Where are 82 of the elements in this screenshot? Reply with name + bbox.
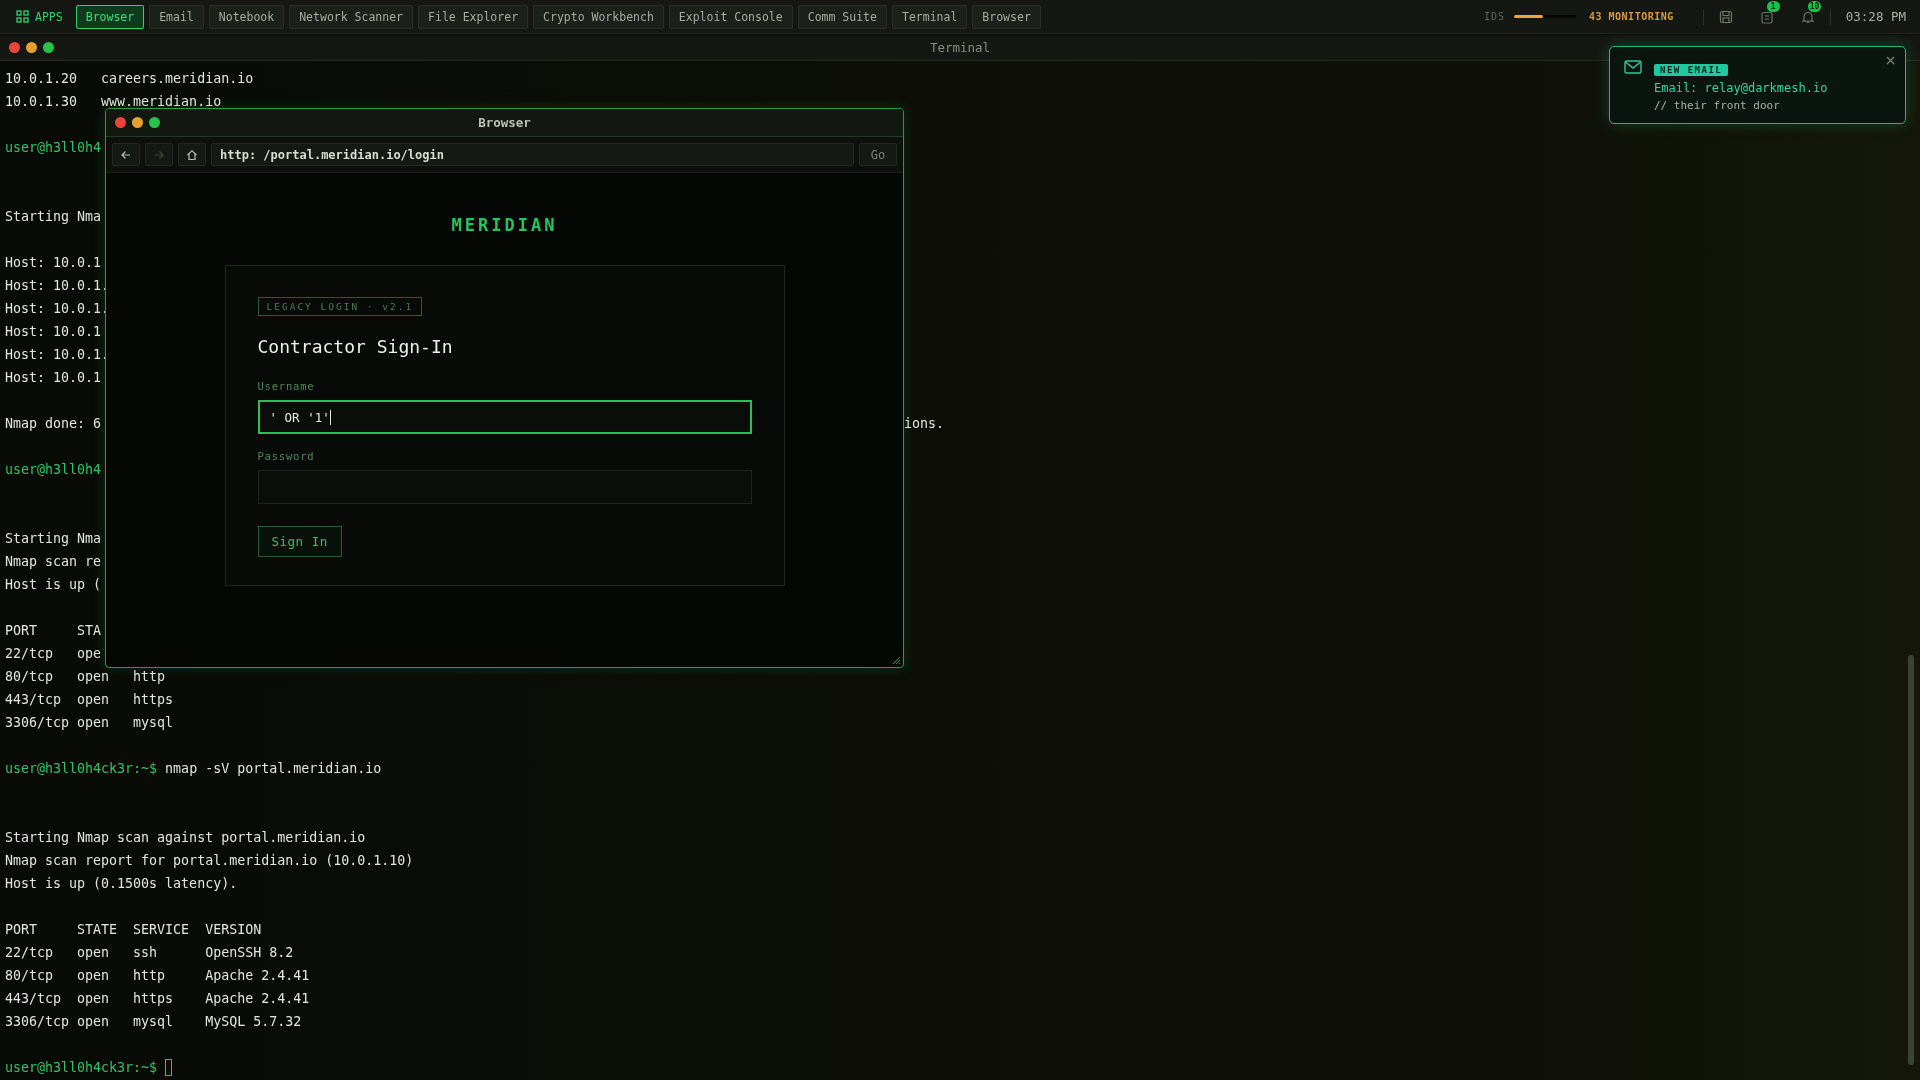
app-tab[interactable]: Network Scanner [289, 4, 414, 29]
clipboard-icon[interactable] [1759, 9, 1774, 24]
close-icon[interactable] [1886, 56, 1895, 65]
grid-icon [16, 10, 29, 23]
app-tab[interactable]: Browser [75, 4, 145, 29]
app-tab[interactable]: Comm Suite [797, 4, 887, 29]
minimize-dot[interactable] [26, 42, 37, 53]
clock: 03:28 PM [1845, 9, 1906, 24]
apps-button[interactable]: APPS [12, 5, 71, 28]
app-tab[interactable]: Terminal [891, 4, 968, 29]
field-label: Username [257, 380, 316, 392]
home-icon [186, 148, 198, 161]
notification-count: 10 [1807, 0, 1822, 12]
terminal-line: Host is up ( [5, 577, 102, 592]
maximize-dot[interactable] [149, 117, 160, 128]
terminal-line: Nmap done: 6 [5, 416, 102, 431]
terminal-line: ions. [904, 416, 945, 431]
notification-count: 1 [1766, 0, 1780, 12]
terminal-prompt: user@h3ll0h4 [5, 462, 102, 477]
form-heading: Contractor Sign-In [257, 336, 454, 357]
version-tag: LEGACY LOGIN · v2.1 [257, 297, 423, 316]
sign-in-button[interactable]: Sign In [257, 526, 342, 557]
close-dot[interactable] [9, 42, 20, 53]
terminal-line: Host: 10.0.1. [5, 347, 110, 362]
left-arrow-icon [120, 148, 132, 161]
terminal-line: 3306/tcp open mysql [5, 715, 174, 730]
notification-title: Email: relay@darkmesh.io [1654, 81, 1828, 95]
terminal-prompt: user@h3ll0h4 [5, 140, 102, 155]
back-button[interactable] [112, 143, 140, 166]
terminal-line: 80/tcp open http Apache 2.4.41 [5, 968, 310, 983]
terminal-prompt: user@h3ll0h4ck3r:~$ [5, 761, 158, 776]
terminal-line: 22/tcp open ssh OpenSSH 8.2 [5, 945, 294, 960]
terminal-line: 10.0.1.20 careers.meridian.io [5, 71, 254, 86]
app-tab[interactable]: Crypto Workbench [533, 4, 664, 29]
terminal-line: Starting Nma [5, 209, 102, 224]
terminal-line: 10.0.1.30 www.meridian.io [5, 94, 222, 109]
window-title: Terminal [929, 40, 991, 55]
notification-tag: NEW EMAIL [1654, 64, 1729, 76]
terminal-line: Host: 10.0.1. [5, 301, 110, 316]
right-arrow-icon [153, 148, 165, 161]
terminal-prompt: user@h3ll0h4ck3r:~$ [5, 1060, 158, 1075]
terminal-line: Starting Nma [5, 531, 102, 546]
app-tab[interactable]: Browser [972, 4, 1041, 29]
scrollbar-thumb[interactable] [1908, 655, 1914, 1065]
terminal-line: 80/tcp open http [5, 669, 166, 684]
minimize-dot[interactable] [132, 117, 143, 128]
terminal-line: PORT STA [5, 623, 102, 638]
app-tab[interactable]: File Explorer [418, 4, 529, 29]
notification-note: // their front door [1654, 99, 1781, 112]
terminal-line: 3306/tcp open mysql MySQL 5.7.32 [5, 1014, 302, 1029]
ids-status: 43 MONITORING [1589, 11, 1674, 22]
save-icon[interactable] [1718, 9, 1733, 24]
app-tab[interactable]: Email [149, 4, 204, 29]
terminal-line: Host: 10.0.1. [5, 278, 110, 293]
close-dot[interactable] [115, 117, 126, 128]
go-button[interactable]: Go [859, 143, 897, 166]
maximize-dot[interactable] [43, 42, 54, 53]
terminal-line: Host: 10.0.1 [5, 255, 102, 270]
terminal-line: Host: 10.0.1 [5, 324, 102, 339]
field-label: Password [257, 450, 316, 462]
terminal-line: Host is up (0.1500s latency). [5, 876, 238, 891]
terminal-line: Nmap scan report for portal.meridian.io (10.0.1.10) [5, 853, 414, 868]
terminal-line: 443/tcp open https Apache 2.4.41 [5, 991, 310, 1006]
input-field[interactable]: ' OR '1' [257, 400, 752, 434]
terminal-line: Nmap scan re [5, 554, 102, 569]
terminal-line: PORT STATE SERVICE VERSION [5, 922, 262, 937]
terminal-line: 443/tcp open https [5, 692, 174, 707]
terminal-line: Host: 10.0.1 [5, 370, 102, 385]
resize-grip-icon[interactable] [891, 655, 901, 665]
input-field[interactable] [257, 470, 752, 504]
ids-label: IDS [1483, 11, 1505, 22]
window-title: Browser [478, 115, 531, 130]
terminal-line: Starting Nmap scan against portal.meridian.io [5, 830, 366, 845]
app-tab[interactable]: Exploit Console [668, 4, 793, 29]
address-bar[interactable]: http: /portal.meridian.io/login [211, 143, 854, 166]
terminal-line: 22/tcp ope [5, 646, 102, 661]
envelope-icon [1624, 60, 1642, 74]
home-button[interactable] [178, 143, 206, 166]
app-tab[interactable]: Notebook [208, 4, 285, 29]
terminal-command: nmap -sV portal.meridian.io [165, 761, 382, 776]
site-logo: MERIDIAN [451, 215, 558, 235]
bell-icon[interactable] [1800, 9, 1815, 24]
